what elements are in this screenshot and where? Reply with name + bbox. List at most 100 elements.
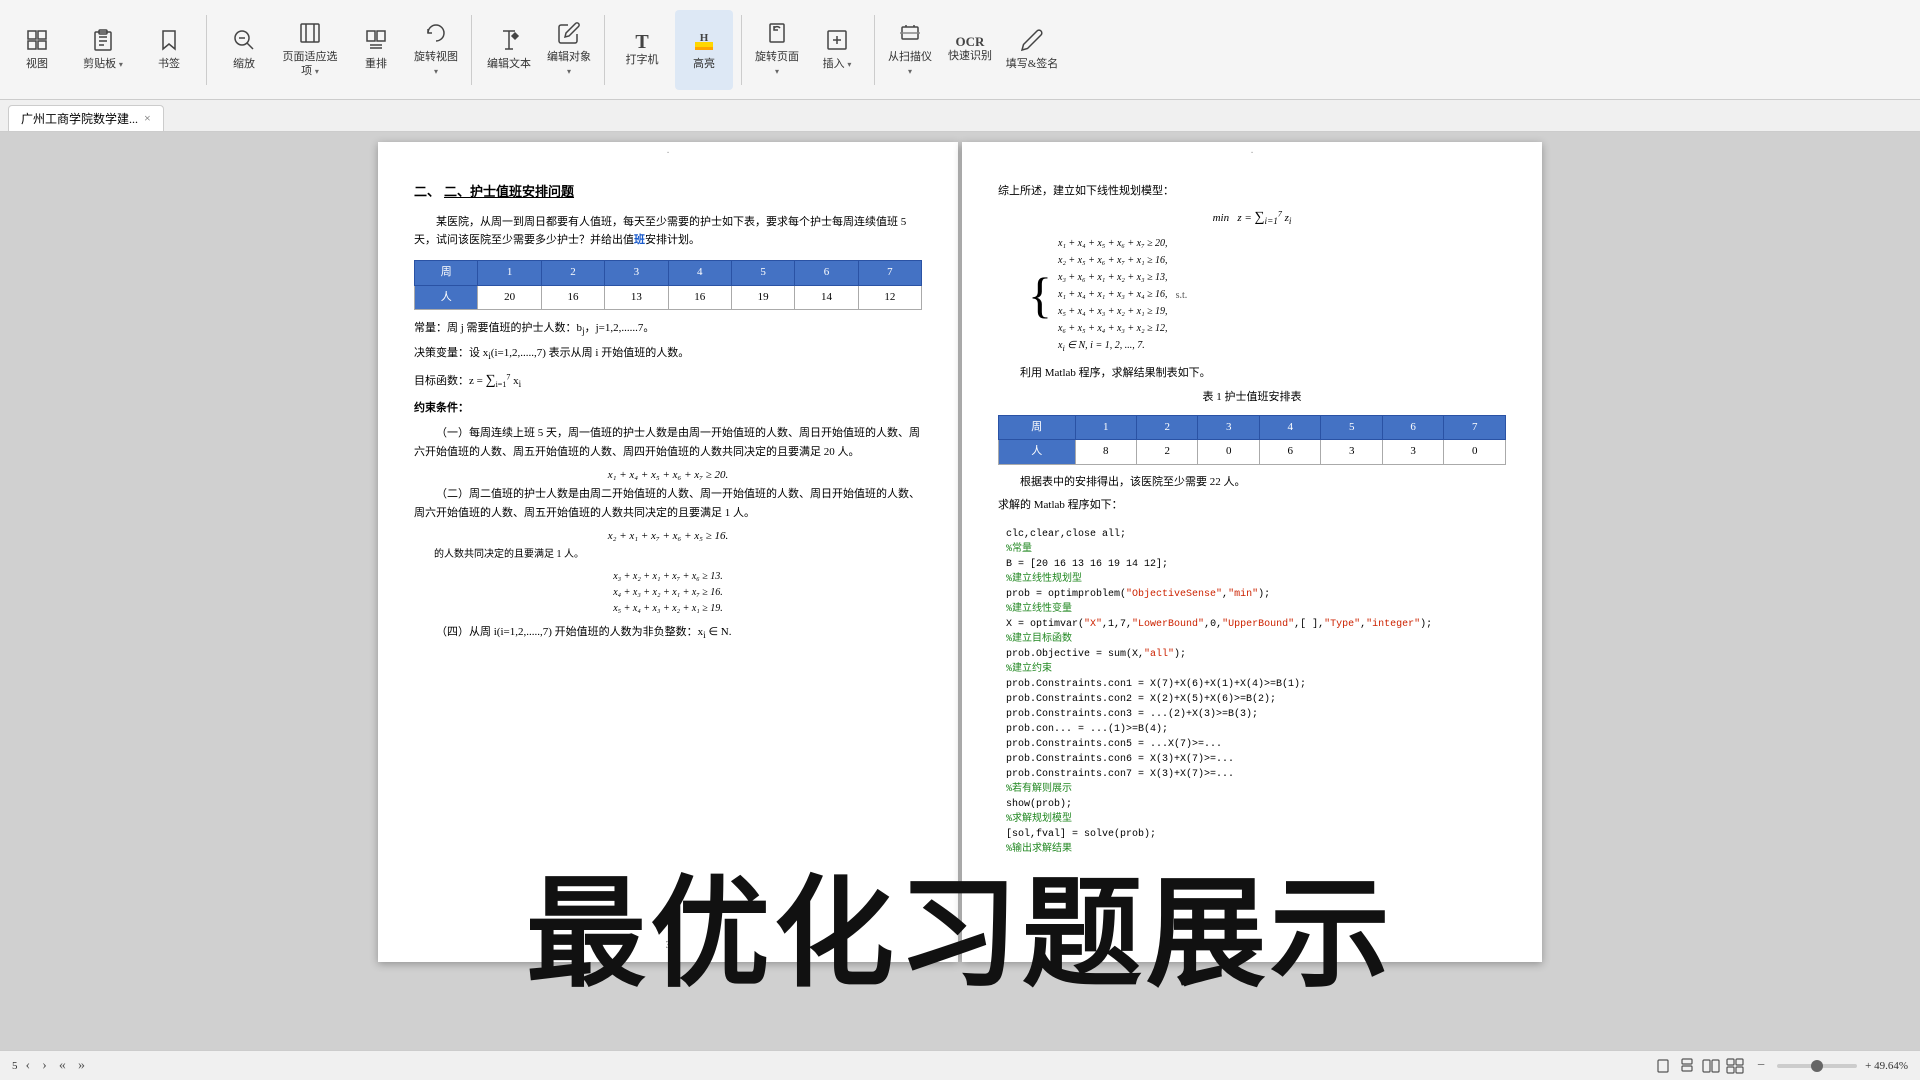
fill-sign-icon xyxy=(1020,28,1044,56)
toolbar-edit-text-label: 编辑文本 xyxy=(487,58,531,71)
toolbar-reorder[interactable]: 重排 xyxy=(347,10,405,90)
code-line: clc,clear,close all; xyxy=(1006,527,1498,542)
code-line: %建立约束 xyxy=(1006,662,1498,677)
code-line: %建立线性变量 xyxy=(1006,602,1498,617)
toolbar-rotate-view-label: 旋转视图 ▾ xyxy=(411,51,461,77)
para1: 某医院，从周一到周日都要有人值班，每天至少需要的护士如下表，要求每个护士每周连续… xyxy=(414,213,922,250)
math4: x₄ + x₃ + x₂ + x₁ + x₇ ≥ 16. xyxy=(414,585,922,601)
math5: x₅ + x₄ + x₃ + x₂ + x₁ ≥ 19. xyxy=(414,601,922,617)
code-line: prob.Objective = sum(X,"all"); xyxy=(1006,647,1498,662)
toolbar-insert[interactable]: 插入 ▾ xyxy=(808,10,866,90)
code-line: prob.Constraints.con7 = X(3)+X(7)>=... xyxy=(1006,767,1498,782)
toolbar-fill-sign-label: 填写&签名 xyxy=(1006,58,1059,71)
constraints-header: 约束条件： xyxy=(414,400,922,418)
pages-container: · 二、 二、护士值班安排问题 某医院，从周一到周日都要有人值班，每天至少需要的… xyxy=(0,132,1920,1050)
document-tab[interactable]: 广州工商学院数学建... × xyxy=(8,105,164,131)
right-page-number: 4 xyxy=(1250,938,1255,954)
toolbar-edit-text[interactable]: 编辑文本 xyxy=(480,10,538,90)
scan-icon xyxy=(898,21,922,49)
code-line: prob.Constraints.con3 = ...(2)+X(3)>=B(3… xyxy=(1006,707,1498,722)
zoom-icon xyxy=(232,28,256,56)
insert-icon xyxy=(825,28,849,56)
math2: x₂ + x₁ + x₇ + x₆ + x₅ ≥ 16. xyxy=(414,528,922,546)
toolbar-edit-obj-label: 编辑对象 ▾ xyxy=(544,51,594,77)
status-bar: 5 ‹ › « « xyxy=(0,1050,1920,1080)
left-page: · 二、 二、护士值班安排问题 某医院，从周一到周日都要有人值班，每天至少需要的… xyxy=(378,142,958,962)
toolbar: 视图 剪贴板 ▾ 书签 缩放 xyxy=(0,0,1920,100)
toolbar-fit-page[interactable]: 页面适应选项 ▾ xyxy=(277,10,343,90)
toolbar-reorder-label: 重排 xyxy=(365,58,387,71)
toolbar-rotate-view[interactable]: 旋转视图 ▾ xyxy=(409,10,463,90)
toolbar-insert-label: 插入 ▾ xyxy=(823,58,852,71)
right-page-nav: · xyxy=(1250,146,1253,162)
tab-close-button[interactable]: × xyxy=(144,111,151,126)
matlab-intro: 利用 Matlab 程序，求解结果制表如下。 xyxy=(998,364,1506,383)
math3: x₃ + x₂ + x₁ + x₇ + x₆ ≥ 13. xyxy=(414,569,922,585)
math1: x₁ + x₄ + x₅ + x₆ + x₇ ≥ 20. xyxy=(414,467,922,485)
code-line: prob.Constraints.con5 = ...X(7)>=... xyxy=(1006,737,1498,752)
constraint1: （一）每周连续上班 5 天，周一值班的护士人数是由周一开始值班的人数、周日开始值… xyxy=(414,424,922,461)
toolbar-highlight[interactable]: H 高亮 xyxy=(675,10,733,90)
page-next-btn[interactable]: › xyxy=(38,1056,51,1076)
toolbar-edit-obj[interactable]: 编辑对象 ▾ xyxy=(542,10,596,90)
tab-label: 广州工商学院数学建... xyxy=(21,110,138,127)
toolbar-bookmark-label: 书签 xyxy=(158,58,180,71)
ocr-icon: OCR xyxy=(956,35,985,48)
current-page: 5 xyxy=(12,1060,18,1072)
code-line: B = [20 16 13 16 19 14 12]; xyxy=(1006,557,1498,572)
page-last-btn[interactable]: « xyxy=(74,1056,89,1076)
fit-page-icon xyxy=(298,21,322,49)
view-single-icon[interactable] xyxy=(1653,1056,1673,1076)
toolbar-scan[interactable]: 从扫描仪 ▾ xyxy=(883,10,937,90)
constraint4: （四）从周 i(i=1,2,.....,7) 开始值班的人数为非负整数：xi ∈… xyxy=(414,623,922,644)
view-two-page-icon[interactable] xyxy=(1701,1056,1721,1076)
clipboard-icon xyxy=(91,28,115,56)
section-num: 二、 xyxy=(414,182,440,203)
view-scroll-icon[interactable] xyxy=(1677,1056,1697,1076)
statusbar-left: 5 ‹ › « « xyxy=(12,1056,89,1076)
section-title: 二、 二、护士值班安排问题 xyxy=(414,182,922,203)
schedule-table-left: 周1234567 人 20161316191412 xyxy=(414,260,922,310)
toolbar-rotate-page[interactable]: 旋转页面 ▾ xyxy=(750,10,804,90)
toolbar-highlight-label: 高亮 xyxy=(693,58,715,71)
toolbar-typewriter[interactable]: T 打字机 xyxy=(613,10,671,90)
code-line: %建立目标函数 xyxy=(1006,632,1498,647)
code-line: %求解规划模型 xyxy=(1006,812,1498,827)
code-line: prob.con... = ...(1)>=B(4); xyxy=(1006,722,1498,737)
toolbar-ocr-label: 快速识别 xyxy=(948,50,992,63)
toolbar-bookmark[interactable]: 书签 xyxy=(140,10,198,90)
code-line: X = optimvar("X",1,7,"LowerBound",0,"Upp… xyxy=(1006,617,1498,632)
toolbar-zoom-label: 缩放 xyxy=(233,58,255,71)
tab-bar: 广州工商学院数学建... × xyxy=(0,100,1920,132)
st-label: s.t. xyxy=(1176,288,1188,304)
left-page-number: 3 xyxy=(666,938,671,954)
reorder-icon xyxy=(364,28,388,56)
code-line: %若有解则展示 xyxy=(1006,782,1498,797)
view-thumbnail-icon[interactable] xyxy=(1725,1056,1745,1076)
toolbar-zoom[interactable]: 缩放 xyxy=(215,10,273,90)
constraints-model: { x₁ + x₄ + x₅ + x₆ + x₇ ≥ 20, x₂ + x₅ +… xyxy=(1028,235,1506,356)
objective-label: 目标函数：z = ∑i=17 xi xyxy=(414,370,922,392)
toolbar-ocr[interactable]: OCR 快速识别 xyxy=(941,10,999,90)
code-line: show(prob); xyxy=(1006,797,1498,812)
code-block: clc,clear,close all; %常量 B = [20 16 13 1… xyxy=(998,521,1506,863)
constraint2: （二）周二值班的护士人数是由周二开始值班的人数、周一开始值班的人数、周日开始值班… xyxy=(414,485,922,522)
svg-text:H: H xyxy=(700,32,709,44)
view-icons xyxy=(1653,1056,1745,1076)
toolbar-fill-sign[interactable]: 填写&签名 xyxy=(1003,10,1061,90)
statusbar-right: − + 49.64% xyxy=(1653,1056,1908,1076)
code-line: prob.Constraints.con2 = X(2)+X(5)+X(6)>=… xyxy=(1006,692,1498,707)
zoom-slider[interactable] xyxy=(1777,1064,1857,1068)
highlight-icon: H xyxy=(692,28,716,56)
toolbar-clipboard[interactable]: 剪贴板 ▾ xyxy=(70,10,136,90)
table-title: 表 1 护士值班安排表 xyxy=(998,389,1506,407)
zoom-minus[interactable]: − xyxy=(1753,1056,1769,1076)
toolbar-view[interactable]: 视图 xyxy=(8,10,66,90)
page-first-btn[interactable]: « xyxy=(55,1056,70,1076)
code-line: %输出求解结果 xyxy=(1006,842,1498,857)
code-line: %常量 xyxy=(1006,542,1498,557)
decision-label: 决策变量：设 xi(i=1,2,.....,7) 表示从周 i 开始值班的人数。 xyxy=(414,345,922,364)
edit-text-icon xyxy=(497,28,521,56)
code-line: %建立线性规划型 xyxy=(1006,572,1498,587)
page-prev-btn[interactable]: ‹ xyxy=(22,1056,35,1076)
